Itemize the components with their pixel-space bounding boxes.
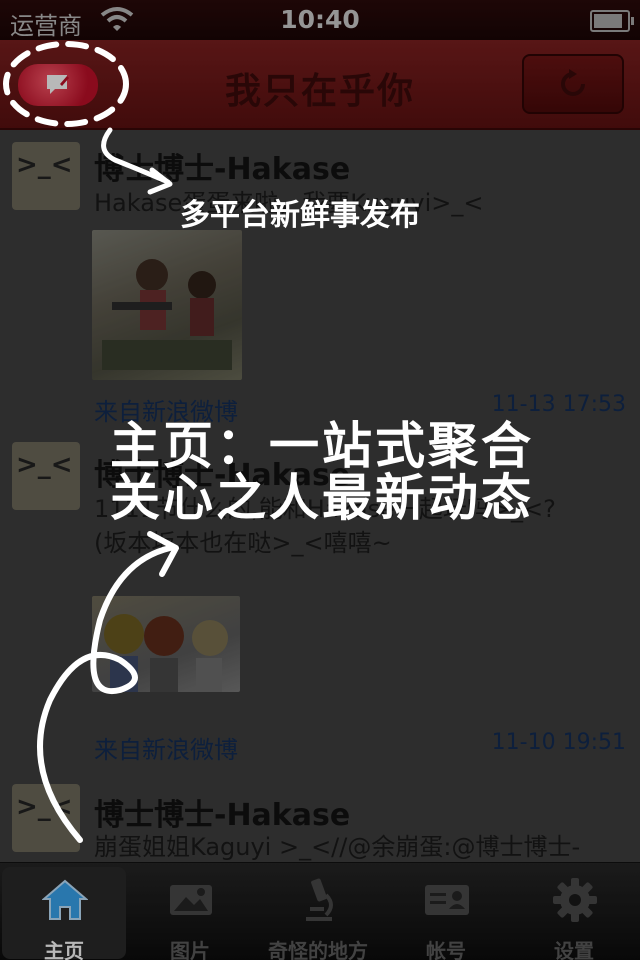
home-hint-line2: 关心之人最新动态 — [110, 469, 534, 527]
compose-hint-text: 多平台新鲜事发布 — [180, 198, 420, 233]
app-screen: 运营商 10:40 我只在乎你 >_< 博士博士-Hakase Hakase蛋蛋… — [0, 0, 640, 960]
